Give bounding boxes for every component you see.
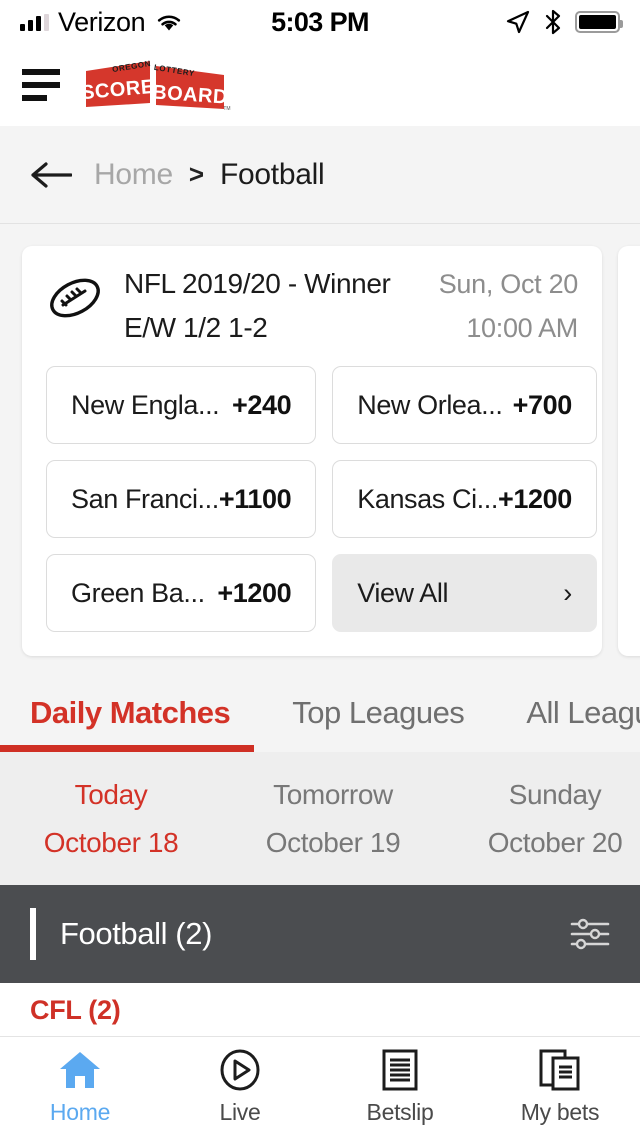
nav-item-my-bets[interactable]: My bets — [480, 1047, 640, 1126]
nav-item-live[interactable]: Live — [160, 1047, 320, 1126]
my-bets-icon — [538, 1047, 582, 1093]
breadcrumb-list: Home > Football — [94, 157, 325, 192]
card-subtitle: E/W 1/2 1-2 — [124, 312, 268, 343]
odds-value: +1200 — [497, 483, 572, 514]
location-arrow-icon — [506, 10, 530, 34]
featured-card[interactable]: NFL 2019/20 - Winner Sun, Oct 20 E/W 1/2… — [22, 246, 602, 656]
odds-team-name: San Franci... — [71, 483, 219, 514]
odds-value: +240 — [232, 389, 292, 420]
card-date: Sun, Oct 20 — [438, 269, 579, 299]
odds-button[interactable]: New Engla... +240 — [46, 366, 317, 444]
bluetooth-icon — [545, 9, 561, 35]
odds-team-name: New Orlea... — [357, 389, 503, 420]
chevron-right-icon: › — [563, 577, 572, 608]
tab-top-leagues[interactable]: Top Leagues — [292, 695, 465, 731]
section-tabs: Daily Matches Top Leagues All Leagues — [0, 674, 640, 752]
date-option-sunday[interactable]: Sunday October 20 — [444, 779, 640, 859]
app-screen: Verizon 5:03 PM SCORE BOARD OREGON LOTTE… — [0, 0, 640, 1136]
card-time: 10:00 AM — [466, 313, 578, 343]
breadcrumb: Home > Football — [0, 126, 640, 224]
signal-bars-icon — [20, 13, 49, 31]
date-option-today[interactable]: Today October 18 — [0, 779, 222, 859]
odds-button[interactable]: New Orlea... +700 — [332, 366, 597, 444]
svg-text:TM: TM — [223, 106, 230, 111]
odds-button[interactable]: Green Ba... +1200 — [46, 554, 317, 632]
sport-section-header[interactable]: Football (2) — [0, 885, 640, 983]
league-name: CFL (2) — [30, 995, 121, 1025]
status-left: Verizon — [20, 7, 184, 38]
odds-value: +1100 — [218, 483, 292, 514]
tab-all-leagues[interactable]: All Leagues — [526, 695, 640, 731]
featured-card-next[interactable] — [618, 246, 640, 656]
date-day-label: Sunday — [508, 778, 602, 810]
tab-daily-matches[interactable]: Daily Matches — [30, 695, 231, 731]
wifi-icon — [158, 15, 181, 31]
status-right — [505, 9, 623, 35]
app-header: SCORE BOARD OREGON LOTTERY TM — [0, 44, 640, 126]
odds-team-name: Green Ba... — [71, 577, 205, 608]
date-date-label: October 20 — [487, 826, 623, 858]
breadcrumb-current: Football — [220, 157, 325, 191]
date-date-label: October 19 — [265, 826, 401, 858]
breadcrumb-home[interactable]: Home — [94, 158, 173, 192]
league-row[interactable]: CFL (2) — [0, 983, 640, 1039]
nav-label-live: Live — [219, 1099, 261, 1125]
home-icon — [57, 1047, 103, 1093]
nav-label-my-bets: My bets — [520, 1099, 600, 1125]
nav-item-home[interactable]: Home — [0, 1047, 160, 1126]
bottom-navigation: Home Live Betslip My bets — [0, 1036, 640, 1136]
scoreboard-logo[interactable]: SCORE BOARD OREGON LOTTERY TM — [84, 59, 232, 111]
odds-team-name: New Engla... — [71, 389, 220, 420]
back-arrow-icon[interactable] — [30, 159, 72, 191]
card-title: NFL 2019/20 - Winner — [124, 268, 391, 299]
breadcrumb-separator: > — [188, 159, 205, 189]
nav-label-home: Home — [49, 1099, 111, 1125]
nav-item-betslip[interactable]: Betslip — [320, 1047, 480, 1126]
odds-button[interactable]: San Franci... +1100 — [46, 460, 317, 538]
battery-icon — [575, 11, 623, 33]
view-all-label: View All — [357, 577, 449, 608]
odds-grid: New Engla... +240 New Orlea... +700 San … — [46, 366, 597, 632]
sport-section-title: Football (2) — [60, 916, 212, 951]
betslip-icon — [380, 1047, 420, 1093]
live-play-icon — [218, 1047, 262, 1093]
nav-label-betslip: Betslip — [366, 1099, 434, 1125]
view-all-button[interactable]: View All › — [332, 554, 597, 632]
odds-button[interactable]: Kansas Ci... +1200 — [332, 460, 597, 538]
carrier-label: Verizon — [58, 6, 146, 37]
football-icon — [50, 278, 100, 318]
date-day-label: Today — [74, 778, 148, 810]
featured-carousel[interactable]: NFL 2019/20 - Winner Sun, Oct 20 E/W 1/2… — [0, 224, 640, 674]
odds-team-name: Kansas Ci... — [357, 483, 498, 514]
card-header: NFL 2019/20 - Winner Sun, Oct 20 E/W 1/2… — [46, 268, 578, 344]
filter-sliders-icon[interactable] — [570, 917, 610, 951]
odds-value: +700 — [512, 389, 573, 420]
odds-value: +1200 — [217, 577, 292, 608]
status-bar: Verizon 5:03 PM — [0, 0, 640, 44]
section-accent-bar — [30, 908, 36, 960]
date-option-tomorrow[interactable]: Tomorrow October 19 — [222, 779, 444, 859]
date-day-label: Tomorrow — [273, 778, 393, 810]
hamburger-menu-icon[interactable] — [22, 69, 60, 101]
date-selector: Today October 18 Tomorrow October 19 Sun… — [0, 752, 640, 885]
active-tab-indicator — [0, 745, 254, 752]
card-titles: NFL 2019/20 - Winner Sun, Oct 20 E/W 1/2… — [124, 268, 578, 344]
date-date-label: October 18 — [43, 826, 179, 858]
